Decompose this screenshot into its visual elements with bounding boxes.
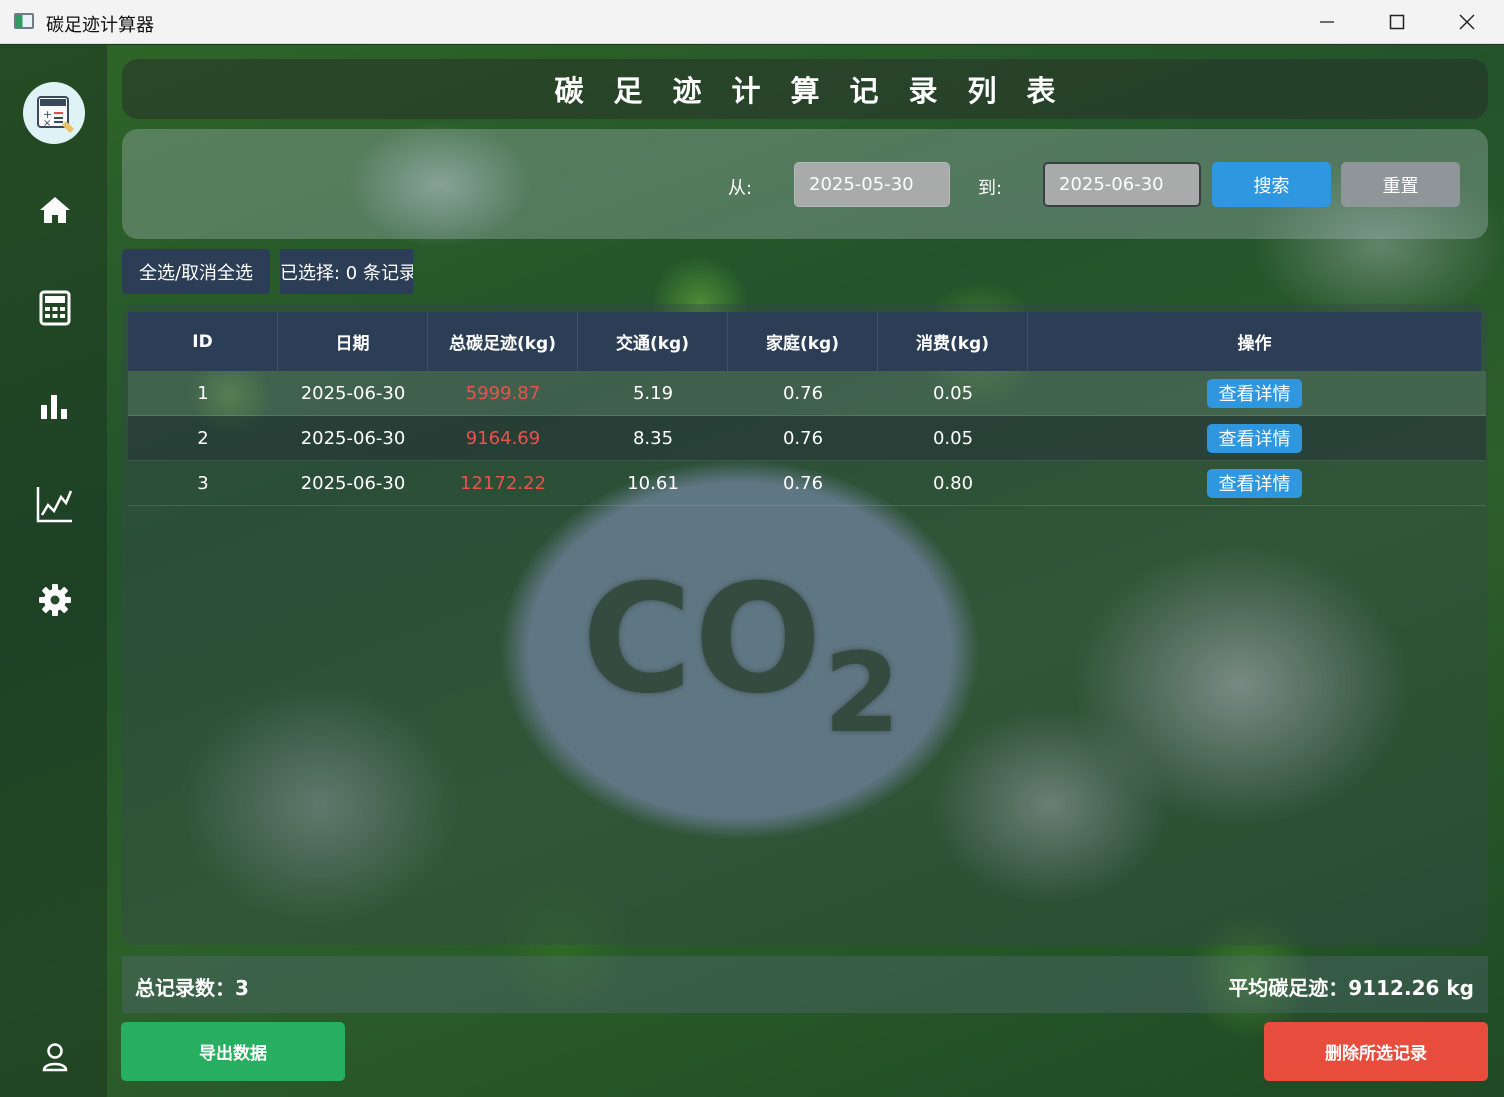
column-header-date[interactable]: 日期 [278,312,428,371]
page-title: 碳足迹计算记录列表 [554,74,1086,108]
from-label: 从: [728,178,753,199]
filter-panel: 从: 2025-05-30 到: 2025-06-30 搜索 重置 [122,129,1488,239]
user-icon [42,1043,68,1072]
maximize-icon [1389,14,1405,30]
cell-total: 9164.69 [465,427,541,449]
view-details-button[interactable]: 查看详情 [1207,468,1302,498]
cell-actions: 查看详情 [1028,371,1481,416]
to-date-input[interactable]: 2025-06-30 [1043,162,1201,207]
export-data-button[interactable]: 导出数据 [121,1022,345,1081]
from-date-input[interactable]: 2025-05-30 [794,162,950,207]
view-details-button[interactable]: 查看详情 [1207,423,1302,453]
header-panel: 碳足迹计算记录列表 [122,59,1488,119]
to-label: 到: [978,178,1003,199]
nav-home[interactable] [30,185,80,235]
cell-total: 12172.22 [460,472,546,494]
app-logo: + × [23,82,85,144]
cell-consumption: 0.05 [932,382,974,404]
column-header-total[interactable]: 总碳足迹(kg) [428,312,578,371]
table-header: ID 日期 总碳足迹(kg) 交通(kg) 家庭(kg) 消费(kg) 操作 [128,312,1481,371]
cell-home: 0.76 [782,472,824,494]
column-header-home[interactable]: 家庭(kg) [728,312,878,371]
nav-statistics[interactable] [30,381,80,431]
nav-trends[interactable] [30,479,80,529]
cell-total: 5999.87 [465,382,541,404]
calculator-icon [39,290,71,326]
table-row[interactable]: 2 2025-06-30 9164.69 8.35 0.76 0.05 查看详情 [128,416,1486,461]
view-details-button[interactable]: 查看详情 [1207,378,1302,408]
home-icon [40,197,70,223]
maximize-button[interactable] [1368,6,1426,38]
cell-transport: 8.35 [632,427,674,449]
cell-id: 2 [197,427,209,449]
minimize-icon [1320,21,1334,23]
table-row[interactable]: 3 2025-06-30 12172.22 10.61 0.76 0.80 查看… [128,461,1486,506]
cell-home: 0.76 [782,427,824,449]
nav-user[interactable] [30,1032,80,1082]
cell-actions: 查看详情 [1028,416,1481,461]
delete-selected-button[interactable]: 删除所选记录 [1264,1022,1488,1081]
close-button[interactable] [1438,6,1496,38]
cell-consumption: 0.80 [932,472,974,494]
bar-chart-icon [41,395,67,419]
records-table: ID 日期 总碳足迹(kg) 交通(kg) 家庭(kg) 消费(kg) 操作 1… [122,304,1488,945]
calculator-logo-icon: + × [37,96,74,133]
cell-id: 1 [197,382,209,404]
cell-date: 2025-06-30 [300,382,406,404]
close-icon [1459,14,1475,30]
average-footprint-label: 平均碳足迹：9112.26 kg [1228,976,1474,1000]
cell-transport: 5.19 [632,382,674,404]
total-records-label: 总记录数：3 [135,976,249,1000]
selected-count-label: 已选择: 0 条记录 [280,249,413,294]
cell-id: 3 [197,472,209,494]
title-bar: 碳足迹计算器 [0,0,1504,44]
line-chart-icon [36,487,73,523]
table-row[interactable]: 1 2025-06-30 5999.87 5.19 0.76 0.05 查看详情 [128,371,1486,416]
nav-calculator[interactable] [30,283,80,333]
minimize-button[interactable] [1298,6,1356,38]
cell-consumption: 0.05 [932,427,974,449]
column-header-consumption[interactable]: 消费(kg) [878,312,1028,371]
column-header-transport[interactable]: 交通(kg) [578,312,728,371]
reset-button[interactable]: 重置 [1341,162,1460,207]
cell-date: 2025-06-30 [300,427,406,449]
select-all-button[interactable]: 全选/取消全选 [122,249,270,294]
table-body: 1 2025-06-30 5999.87 5.19 0.76 0.05 查看详情… [128,371,1486,506]
svg-text:×: × [43,118,51,129]
column-header-id[interactable]: ID [128,312,278,371]
app-icon [14,13,34,29]
window-title: 碳足迹计算器 [46,15,154,36]
nav-settings[interactable] [30,575,80,625]
cell-actions: 查看详情 [1028,461,1481,506]
column-header-actions: 操作 [1237,334,1272,354]
cell-home: 0.76 [782,382,824,404]
settings-icon [39,584,71,616]
cell-transport: 10.61 [627,472,679,494]
cell-date: 2025-06-30 [300,472,406,494]
summary-bar: 总记录数：3 平均碳足迹：9112.26 kg [122,956,1488,1013]
sidebar: + × [0,45,108,1097]
search-button[interactable]: 搜索 [1212,162,1331,207]
